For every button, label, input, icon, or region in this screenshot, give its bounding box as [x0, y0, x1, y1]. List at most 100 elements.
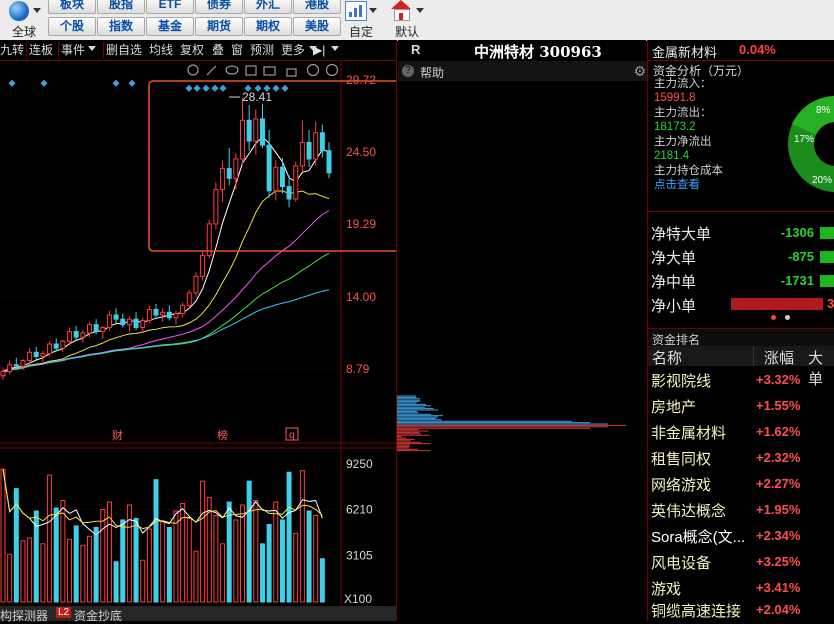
tab-structure-detector[interactable]: 构探测器 — [0, 607, 48, 624]
volume-bar — [254, 501, 258, 602]
lianban-button[interactable]: 连板 — [29, 42, 53, 58]
event-marker-rank[interactable]: 榜 — [217, 428, 228, 442]
rank-change: +3.41% — [756, 580, 800, 595]
event-button[interactable]: 事件 — [61, 42, 85, 58]
candle-body — [267, 145, 271, 191]
global-label[interactable]: 全球 — [12, 23, 36, 40]
fund-button[interactable]: 基金 — [146, 17, 194, 36]
event-marker-finance[interactable]: 财 — [112, 428, 123, 442]
l2-badge: L2 — [56, 607, 71, 618]
forex-button[interactable]: 外汇 — [244, 0, 292, 14]
index-button[interactable]: 指数 — [97, 17, 145, 36]
kline-svg[interactable]: 29.72 24.50 19.29 14.00 8.79 9250 6210 3105 X100… — [0, 60, 396, 606]
kline-chart[interactable]: 29.72 24.50 19.29 14.00 8.79 9250 6210 3105 X100… — [0, 60, 396, 606]
rank-row[interactable]: 租售同权 +2.32% — [648, 445, 834, 471]
more-button[interactable]: 更多 — [281, 42, 305, 58]
collapse-panel-icon[interactable]: ▶| — [313, 43, 325, 57]
window-button[interactable]: 窗 — [231, 42, 243, 58]
home-icon[interactable] — [390, 0, 412, 20]
volume-axis-label: 3105 — [346, 549, 373, 563]
forecast-button[interactable]: 预测 — [250, 42, 274, 58]
sector-header[interactable]: 金属新材料 0.04% — [648, 40, 834, 60]
stock-name[interactable]: 中洲特材 300963 — [474, 41, 602, 62]
us-stock-button[interactable]: 美股 — [293, 17, 341, 36]
globe-icon[interactable] — [9, 1, 29, 21]
default-label[interactable]: 默认 — [395, 23, 419, 40]
overlay-button[interactable]: 叠 — [212, 42, 224, 58]
jiuzhuan-button[interactable]: 九转 — [0, 42, 24, 58]
separator-v2 — [58, 42, 59, 58]
candle-body — [247, 120, 251, 141]
rank-row[interactable]: 英伟达概念 +1.95% — [648, 497, 834, 523]
candle-body — [174, 314, 178, 318]
futures-button[interactable]: 期货 — [195, 17, 243, 36]
rank-change: +1.95% — [756, 502, 800, 517]
print-tool-icon[interactable] — [264, 67, 275, 75]
lock-tool-icon[interactable] — [287, 69, 296, 76]
panel-divider-v — [396, 40, 397, 621]
volume-bar — [87, 536, 91, 602]
rank-row[interactable]: 非金属材料 +1.62% — [648, 419, 834, 445]
rank-row[interactable]: 铜缆高速连接 +2.04% — [648, 597, 834, 623]
globe-dropdown-icon[interactable] — [33, 8, 41, 13]
options-button[interactable]: 期权 — [244, 17, 292, 36]
sector-name[interactable]: 金属新材料 — [652, 42, 717, 61]
col-change[interactable]: 涨幅 — [764, 347, 794, 368]
moving-average-button[interactable]: 均线 — [149, 42, 173, 58]
individual-stock-button[interactable]: 个股 — [48, 17, 96, 36]
custom-icon[interactable] — [345, 1, 367, 21]
candle-body — [260, 119, 264, 145]
candle-body — [194, 276, 198, 293]
net-row-large: 净大单 -875 — [651, 244, 834, 268]
rank-change: +3.32% — [756, 372, 800, 387]
rank-change: +2.34% — [756, 528, 800, 543]
net-small-label: 净小单 — [651, 295, 696, 316]
pager-dot-1[interactable] — [771, 315, 776, 320]
pager-dot-2[interactable] — [785, 315, 790, 320]
remove-watchlist-button[interactable]: 删自选 — [106, 42, 142, 58]
fund-pie-chart: 8% 17% 20% — [784, 82, 834, 212]
volume-bar — [114, 562, 118, 602]
pie-label-20: 20% — [812, 175, 832, 186]
default-dropdown-icon[interactable] — [416, 8, 424, 13]
rank-row[interactable]: 网络游戏 +2.27% — [648, 471, 834, 497]
event-marker-q[interactable]: q — [289, 430, 295, 441]
main-cost-link[interactable]: 点击查看 — [654, 178, 700, 192]
eye-tool-icon[interactable] — [226, 66, 238, 74]
event-dropdown-icon[interactable] — [88, 46, 96, 51]
candle-body — [127, 319, 131, 325]
stock-mark: R — [411, 42, 420, 57]
zoom-in-icon[interactable] — [308, 65, 319, 76]
help-icon[interactable]: ? — [402, 65, 414, 77]
rank-change: +2.27% — [756, 476, 800, 491]
candle-body — [34, 352, 38, 356]
etf-button[interactable]: ETF — [146, 0, 194, 14]
rank-row[interactable]: Sora概念(文... +2.34% — [648, 523, 834, 549]
rank-row[interactable]: 房地产 +1.55% — [648, 393, 834, 419]
tab-fund-bottom[interactable]: 资金抄底 — [74, 607, 122, 624]
custom-label[interactable]: 自定 — [349, 23, 373, 40]
volume-bar — [134, 518, 138, 602]
rank-row[interactable]: 影视院线 +3.32% — [648, 367, 834, 393]
candle-body — [81, 333, 85, 337]
box-tool-icon[interactable] — [246, 66, 256, 75]
net-super-large-label: 净特大单 — [651, 223, 711, 244]
col-name[interactable]: 名称 — [652, 347, 682, 368]
rank-row[interactable]: 风电设备 +3.25% — [648, 549, 834, 575]
help-label[interactable]: 帮助 — [420, 64, 444, 81]
sector-button[interactable]: 板块 — [48, 0, 96, 14]
adjust-button[interactable]: 复权 — [180, 42, 204, 58]
bond-button[interactable]: 债券 — [195, 0, 243, 14]
stock-index-button[interactable]: 股指 — [97, 0, 145, 14]
settings-tool-icon[interactable] — [188, 65, 198, 75]
hk-stock-button[interactable]: 港股 — [293, 0, 341, 14]
net-row-medium: 净中单 -1731 — [651, 268, 834, 292]
rank-change: +2.32% — [756, 450, 800, 465]
pen-tool-icon[interactable] — [207, 66, 216, 75]
gear-icon[interactable]: ⚙ — [633, 63, 646, 80]
zoom-out-icon[interactable] — [327, 65, 338, 76]
panel-dropdown-icon[interactable] — [331, 46, 339, 51]
net-medium-value: -1731 — [781, 273, 814, 288]
ma-line-30 — [3, 253, 329, 372]
custom-dropdown-icon[interactable] — [369, 8, 377, 13]
